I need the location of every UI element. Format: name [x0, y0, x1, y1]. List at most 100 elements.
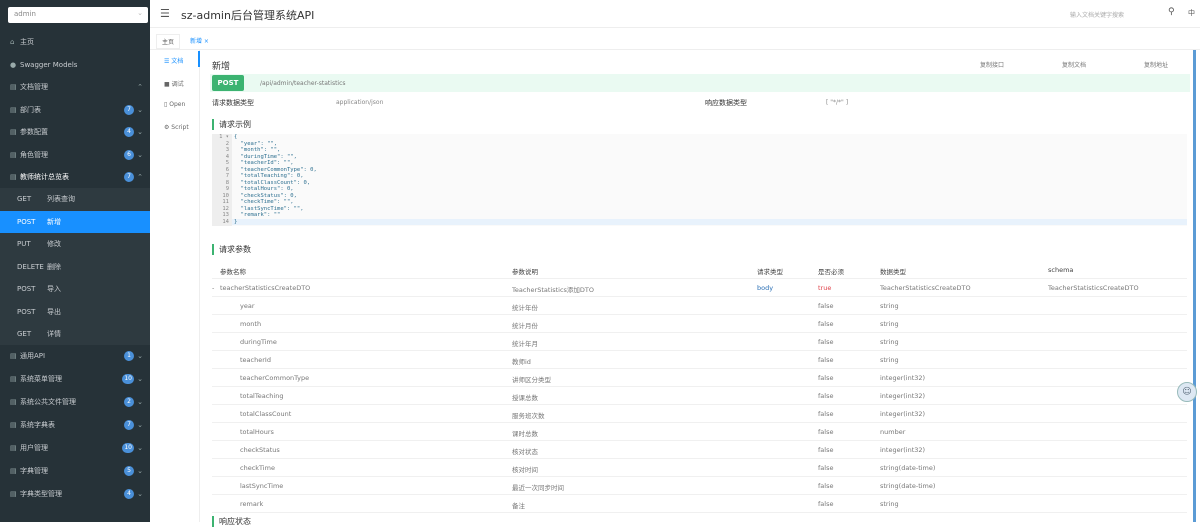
copy-url-button[interactable]: 复制地址	[1144, 60, 1168, 69]
count-badge: 7	[124, 420, 134, 430]
group-select-value: admin	[14, 10, 36, 18]
doc-icon: ▤	[10, 83, 17, 91]
count-badge: 4	[124, 489, 134, 499]
request-params-title: 请求参数	[212, 244, 251, 255]
doc-tab-label: 文档	[171, 58, 184, 65]
submenu-item[interactable]: PUT 修改	[0, 233, 150, 255]
cell: true	[818, 284, 832, 292]
submenu-label: 导出	[47, 307, 61, 316]
expand-icon[interactable]: -	[212, 284, 214, 292]
submenu-item[interactable]: GET 详情	[0, 323, 150, 345]
scrollbar[interactable]	[1193, 50, 1196, 522]
current-line	[212, 218, 1187, 225]
doc-search-input[interactable]: 输入文档关键字搜索	[1070, 10, 1124, 19]
sidebar-group-label: 通用API	[20, 352, 46, 360]
doc-tab-document[interactable]: ☰ 文档	[164, 56, 183, 65]
cell: false	[818, 410, 834, 418]
sidebar-group[interactable]: ▤ 系统公共文件管理 2 ⌄	[0, 391, 150, 413]
submenu-item[interactable]: POST 导出	[0, 301, 150, 323]
method-label: GET	[17, 330, 32, 338]
column-header: 是否必须	[818, 268, 844, 276]
table-row: remark 备注 false string	[212, 495, 1187, 513]
tab-current[interactable]: 新增 ×	[190, 36, 209, 45]
menu-icon: ▤	[10, 150, 17, 159]
response-type-label: 响应数据类型	[705, 99, 747, 107]
params-header-row: 参数名称 参数说明 请求类型 是否必须 数据类型 schema	[212, 261, 1187, 279]
group-select[interactable]: admin ⌄	[8, 7, 148, 23]
submenu-item[interactable]: DELETE 删除	[0, 256, 150, 278]
cell: false	[818, 356, 834, 364]
sidebar-group-label: 系统公共文件管理	[20, 398, 76, 406]
method-label: PUT	[17, 240, 31, 248]
submenu-item[interactable]: POST 导入	[0, 278, 150, 300]
sidebar-item-label: 文档管理	[20, 83, 48, 91]
chevron-down-icon: ⌄	[137, 398, 143, 406]
sidebar-item[interactable]: ⌂ 主页	[0, 31, 150, 53]
cell: string(date-time)	[880, 482, 936, 490]
chevron-down-icon: ⌄	[137, 128, 143, 136]
column-header: 请求类型	[757, 268, 783, 276]
submenu-item[interactable]: GET 列表查询	[0, 188, 150, 210]
cell: 讲师区分类型	[512, 376, 551, 384]
home-icon: ⌂	[10, 38, 15, 46]
column-header: schema	[1048, 266, 1074, 274]
cell: 最近一次同步时间	[512, 484, 564, 492]
sidebar-item-label: 教师统计总览表	[20, 173, 69, 181]
sidebar-group[interactable]: ▤ 通用API 1 ⌄	[0, 345, 150, 367]
chevron-up-icon: ⌃	[137, 83, 143, 91]
count-badge: 1	[124, 351, 134, 361]
table-row: totalTeaching 授课总数 false integer(int32)	[212, 387, 1187, 405]
sidebar-item-label: 角色管理	[20, 150, 48, 159]
copy-api-button[interactable]: 复制接口	[980, 60, 1004, 69]
app-title: sz-admin后台管理系统API	[181, 9, 315, 22]
method-label: POST	[17, 285, 36, 293]
cell: integer(int32)	[880, 392, 926, 400]
sidebar-group[interactable]: ▤ 系统字典表 7 ⌄	[0, 414, 150, 436]
cell: 统计月份	[512, 322, 538, 330]
help-icon[interactable]: ☺	[1177, 382, 1197, 402]
sidebar-item[interactable]: ▤ 参数配置 4 ⌄	[0, 121, 150, 143]
count-badge: 2	[124, 397, 134, 407]
language-switch[interactable]: 中	[1188, 8, 1195, 18]
sidebar-item[interactable]: ● Swagger Models	[0, 54, 150, 76]
submenu-item[interactable]: POST 新增	[0, 210, 150, 233]
doc-tab-open[interactable]: ▯ Open	[164, 101, 185, 108]
sidebar-item[interactable]: ▤ 文档管理 ⌃	[0, 76, 150, 98]
column-header: 数据类型	[880, 268, 906, 276]
count-badge: 7	[124, 172, 134, 182]
doc-tab-script[interactable]: ⚙ Script	[164, 124, 189, 131]
doc-tab-label: Script	[171, 124, 189, 131]
doc-tab-debug[interactable]: ■ 调试	[164, 79, 184, 88]
sidebar-item-label: Swagger Models	[20, 60, 78, 69]
params-table: 参数名称 参数说明 请求类型 是否必须 数据类型 schema teacherStatist…	[212, 261, 1187, 513]
copy-doc-button[interactable]: 复制文档	[1062, 60, 1086, 69]
menu-icon: ▤	[10, 128, 17, 136]
cell: string	[880, 500, 899, 508]
cell: body	[757, 284, 774, 292]
cell: 核对时间	[512, 466, 538, 474]
sidebar-group[interactable]: ▤ 字典管理 5 ⌄	[0, 460, 150, 482]
sidebar-item-label: 主页	[20, 38, 34, 46]
sidebar-group[interactable]: ▤ 系统菜单管理 10 ⌄	[0, 368, 150, 390]
sidebar-item[interactable]: ▤ 部门表 7 ⌄	[0, 99, 150, 121]
sidebar-group[interactable]: ▤ 用户管理 10 ⌄	[0, 437, 150, 459]
sidebar-item[interactable]: ▤ 角色管理 6 ⌄	[0, 144, 150, 166]
submenu-label: 新增	[47, 217, 61, 226]
tab-home[interactable]: 主页	[156, 34, 181, 49]
sidebar-group[interactable]: ▤ 字典类型管理 4 ⌄	[0, 483, 150, 505]
sidebar-item-label: 部门表	[20, 105, 41, 114]
cell: false	[818, 428, 834, 436]
cell: false	[818, 482, 834, 490]
cell: checkTime	[240, 464, 275, 472]
search-icon[interactable]: ⚲	[1168, 7, 1175, 17]
cell: TeacherStatisticsCreateDTO	[880, 284, 971, 292]
sidebar-item[interactable]: ▤ 教师统计总览表 7 ⌃	[0, 166, 150, 188]
cell: 课时总数	[512, 430, 538, 438]
chevron-down-icon: ⌄	[137, 105, 143, 114]
column-header: 参数说明	[512, 268, 538, 276]
menu-icon: ▤	[10, 421, 17, 429]
request-example-code[interactable]: 1 ▾ 2 3 4 5 6 7 8 9 10 11 12 13 14 { "year": "", "mon…	[212, 134, 1187, 226]
cell: remark	[240, 500, 264, 508]
table-row: lastSyncTime 最近一次同步时间 false string(date-tim…	[212, 477, 1187, 495]
menu-toggle-icon[interactable]: ☰	[160, 7, 170, 20]
